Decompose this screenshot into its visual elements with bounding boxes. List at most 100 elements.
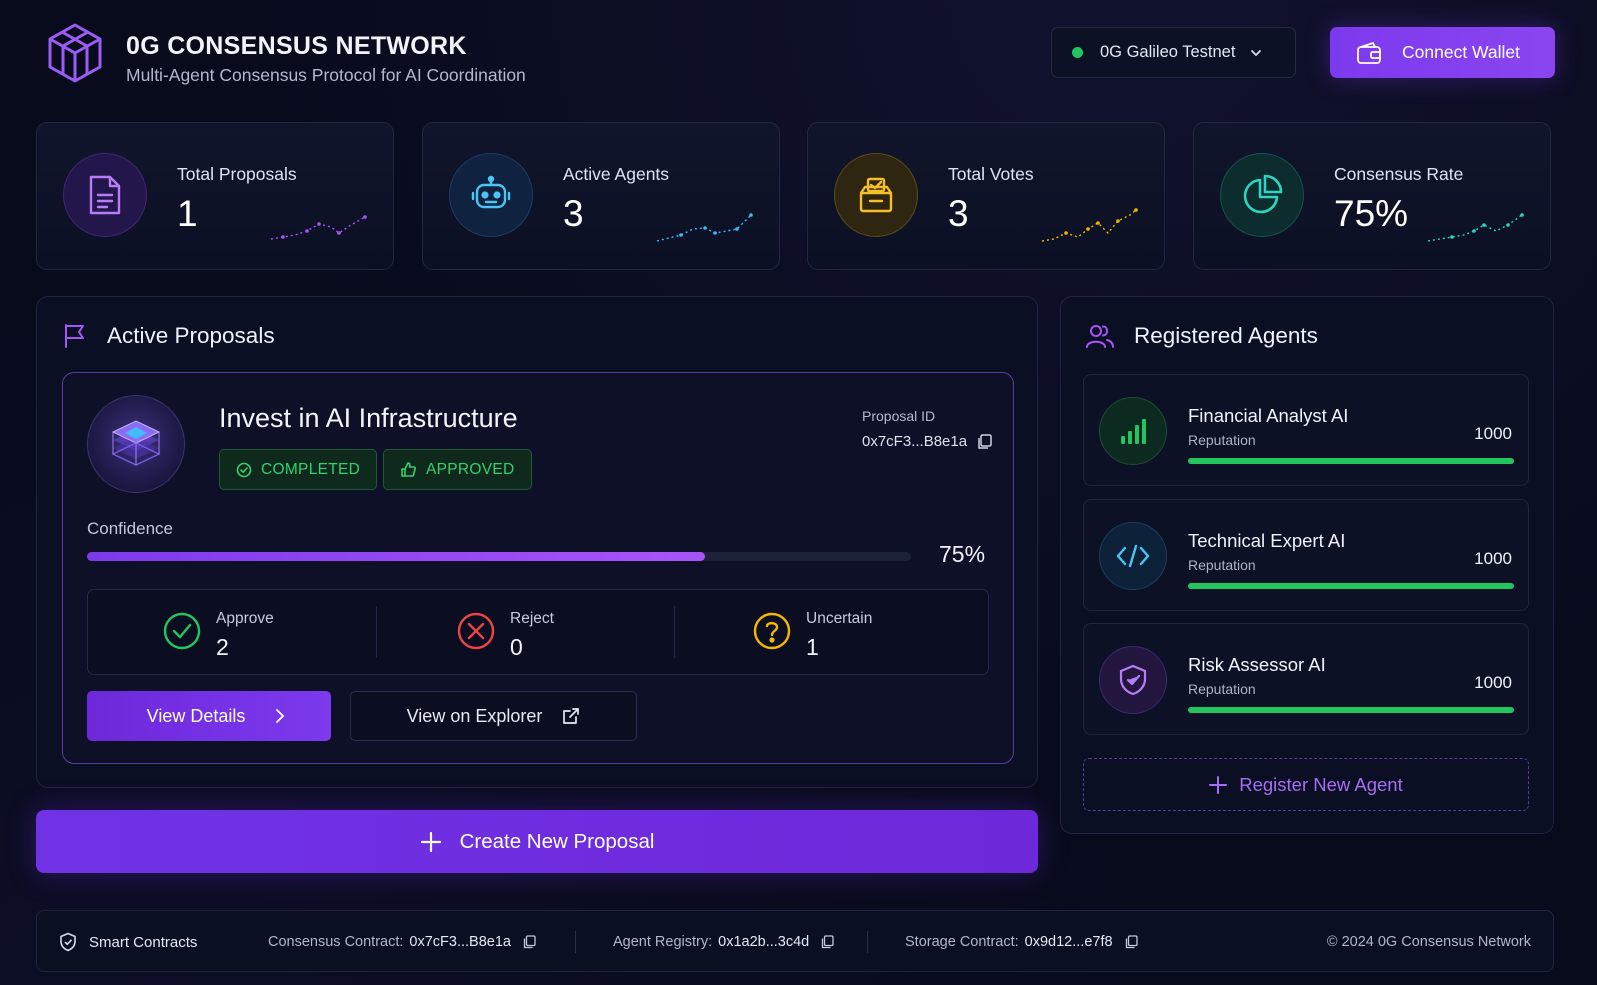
stat-value: 75% [1334,193,1409,234]
stat-label: Consensus Rate [1334,164,1464,184]
view-on-explorer-button[interactable]: View on Explorer [350,691,637,741]
copy-icon[interactable] [821,935,834,949]
agent-reputation-value: 1000 [1474,673,1512,692]
view-details-label: View Details [146,705,246,726]
vote-count: 2 [216,634,229,660]
stat-card-active-agents: Active Agents 3 [422,122,780,270]
divider [376,606,377,658]
divider [674,606,675,658]
plus-icon [420,831,441,852]
chevron-right-icon [276,709,285,723]
confidence-bar-fill [87,552,705,561]
agent-reputation-label: Reputation [1188,681,1256,697]
agent-registry-info: Agent Registry: 0x1a2b...3c4d [613,911,834,973]
result-badge-approved: APPROVED [383,449,532,490]
connect-wallet-button[interactable]: Connect Wallet [1330,27,1555,78]
stat-card-consensus-rate: Consensus Rate 75% [1193,122,1551,270]
agent-card-risk-assessor[interactable]: Risk Assessor AI Reputation 1000 [1083,623,1529,735]
vote-label: Reject [510,610,554,627]
ai-chip-icon [87,395,185,493]
check-circle-icon [236,462,252,477]
robot-icon [449,153,533,237]
vote-label: Uncertain [806,610,873,627]
copyright: © 2024 0G Consensus Network [1327,911,1531,973]
proposal-id: 0x7cF3...B8e1a [862,433,992,450]
status-badge-completed: COMPLETED [219,449,378,490]
register-new-agent-label: Register New Agent [1239,773,1403,795]
reputation-bar [1188,707,1514,713]
copy-icon[interactable] [523,935,536,949]
flag-icon [65,324,84,348]
network-selector[interactable]: 0G Galileo Testnet [1051,27,1296,78]
divider [575,931,576,953]
confidence-label: Confidence [87,519,174,538]
agent-reputation-value: 1000 [1474,424,1512,443]
reputation-bar [1188,458,1514,464]
reputation-bar [1188,583,1514,589]
shield-icon [60,932,76,952]
proposal-id-label: Proposal ID [862,408,936,424]
document-icon [63,153,147,237]
copy-icon[interactable] [977,433,992,450]
smart-contracts-section: Smart Contracts [59,911,197,973]
register-new-agent-button[interactable]: Register New Agent [1083,758,1529,811]
stat-value: 3 [563,193,584,234]
create-new-proposal-button[interactable]: Create New Proposal [36,810,1038,873]
panel-title: Active Proposals [107,323,275,348]
chevron-down-icon [1251,49,1262,56]
vote-label: Approve [216,610,274,627]
stat-value: 3 [948,193,969,234]
consensus-contract-info: Consensus Contract: 0x7cF3...B8e1a [268,911,536,973]
storage-contract-value: 0x9d12...e7f8 [1024,934,1113,950]
wallet-icon [1357,41,1381,64]
storage-contract-info: Storage Contract: 0x9d12...e7f8 [905,911,1138,973]
view-details-button[interactable]: View Details [87,691,331,741]
stat-label: Total Votes [948,164,1034,184]
proposal-id-value: 0x7cF3...B8e1a [862,433,968,450]
bar-chart-icon [1099,397,1167,465]
view-on-explorer-label: View on Explorer [406,705,543,726]
reputation-bar-fill [1188,458,1514,464]
agent-card-financial-analyst[interactable]: Financial Analyst AI Reputation 1000 [1083,374,1529,486]
network-status-dot [1072,47,1083,58]
divider [867,931,868,953]
app-title: 0G CONSENSUS NETWORK [126,32,467,60]
network-name: 0G Galileo Testnet [1100,43,1236,61]
header: 0G CONSENSUS NETWORK Multi-Agent Consens… [36,20,1555,86]
smart-contracts-label: Smart Contracts [89,933,198,951]
panel-title: Registered Agents [1134,323,1318,348]
ballot-box-icon [834,153,918,237]
agent-reputation-value: 1000 [1474,549,1512,568]
code-icon [1099,522,1167,590]
sparkline [270,215,367,240]
agent-name: Risk Assessor AI [1188,654,1326,675]
stat-label: Active Agents [563,164,670,184]
question-circle-icon [753,612,791,650]
confidence-value: 75% [939,541,986,567]
consensus-contract-label: Consensus Contract: [268,934,404,950]
storage-contract-label: Storage Contract: [905,934,1019,950]
cube-logo-icon [46,22,104,84]
stat-label: Total Proposals [177,164,297,184]
agent-name: Technical Expert AI [1188,530,1346,551]
sparkline [656,213,753,242]
external-link-icon [563,708,580,724]
reputation-bar-fill [1188,583,1514,589]
status-badge-label: COMPLETED [261,460,361,478]
agent-registry-value: 0x1a2b...3c4d [718,934,810,950]
agent-registry-label: Agent Registry: [613,934,713,950]
vote-count: 1 [806,634,819,660]
thumbs-up-icon [401,462,416,477]
users-icon [1086,325,1114,348]
sparkline [1041,208,1138,242]
footer: Smart Contracts Consensus Contract: 0x7c… [36,910,1554,972]
shield-check-icon [1099,646,1167,714]
proposal-title: Invest in AI Infrastructure [219,403,518,433]
vote-count: 0 [510,634,523,660]
proposal-card[interactable]: Invest in AI Infrastructure COMPLETED AP… [62,372,1014,764]
consensus-contract-value: 0x7cF3...B8e1a [409,934,511,950]
stat-value: 1 [177,193,198,234]
stat-card-total-votes: Total Votes 3 [807,122,1165,270]
copy-icon[interactable] [1125,935,1138,949]
agent-card-technical-expert[interactable]: Technical Expert AI Reputation 1000 [1083,499,1529,611]
